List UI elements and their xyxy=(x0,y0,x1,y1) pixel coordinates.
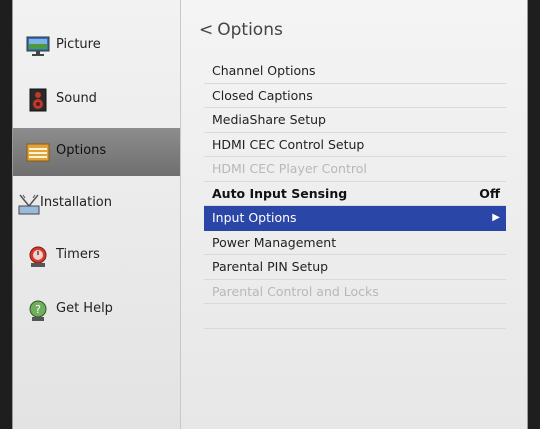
sidebar-item-label: Sound xyxy=(56,91,97,106)
sidebar-item-sound[interactable]: Sound xyxy=(13,76,180,124)
tv-screen: Picture Sound Options Installation Timer… xyxy=(12,0,528,429)
menu-item-label: Closed Captions xyxy=(212,87,313,103)
options-panel: < Options Channel Options Closed Captions… xyxy=(181,0,527,429)
page-title: < Options xyxy=(199,20,283,40)
sidebar-item-label: Get Help xyxy=(56,301,113,316)
sidebar: Picture Sound Options Installation Timer… xyxy=(13,0,181,429)
menu-item-power-management[interactable]: Power Management xyxy=(204,231,506,255)
arrow-right-icon: ▶ xyxy=(492,212,500,223)
menu-item-closed-captions[interactable]: Closed Captions xyxy=(204,84,506,108)
sidebar-item-label: Timers xyxy=(56,247,100,262)
sidebar-item-label: Installation xyxy=(40,195,113,210)
menu-item-label: Power Management xyxy=(212,234,337,250)
menu-item-label: HDMI CEC Control Setup xyxy=(212,136,365,152)
menu-item-parental-pin-setup[interactable]: Parental PIN Setup xyxy=(204,255,506,280)
antenna-icon xyxy=(17,192,41,216)
options-menu: Channel Options Closed Captions MediaSha… xyxy=(204,59,506,329)
menu-item-label: Input Options xyxy=(212,210,297,225)
options-icon xyxy=(26,140,50,164)
svg-text:?: ? xyxy=(35,303,41,316)
menu-item-channel-options[interactable]: Channel Options xyxy=(204,59,506,84)
sidebar-item-label: Picture xyxy=(56,37,101,52)
help-icon: ? xyxy=(26,298,50,322)
menu-item-label: Parental Control and Locks xyxy=(212,283,379,299)
menu-item-auto-input-sensing[interactable]: Auto Input Sensing Off xyxy=(204,182,506,206)
sidebar-item-picture[interactable]: Picture xyxy=(13,22,180,70)
menu-item-input-options[interactable]: Input Options ▶ xyxy=(204,206,506,231)
menu-item-label: MediaShare Setup xyxy=(212,112,326,127)
sidebar-item-label: Options xyxy=(56,143,107,158)
menu-item-label: HDMI CEC Player Control xyxy=(212,161,367,176)
menu-item-hdmi-cec-control-setup[interactable]: HDMI CEC Control Setup xyxy=(204,133,506,157)
sidebar-item-get-help[interactable]: ? Get Help xyxy=(13,286,180,334)
sidebar-item-options[interactable]: Options xyxy=(13,128,180,176)
menu-item-label: Parental PIN Setup xyxy=(212,259,329,274)
page-title-text: Options xyxy=(217,20,283,40)
sidebar-item-installation[interactable]: Installation xyxy=(13,180,180,228)
menu-item-hdmi-cec-player-control: HDMI CEC Player Control xyxy=(204,157,506,182)
monitor-icon xyxy=(26,34,50,58)
speaker-icon xyxy=(26,88,50,112)
menu-item-label: Channel Options xyxy=(212,63,316,78)
menu-item-parental-control-and-locks: Parental Control and Locks xyxy=(204,280,506,304)
sidebar-item-timers[interactable]: Timers xyxy=(13,232,180,280)
back-chevron-icon[interactable]: < xyxy=(199,20,213,40)
menu-item-mediashare-setup[interactable]: MediaShare Setup xyxy=(204,108,506,133)
menu-empty-row xyxy=(204,304,506,329)
auto-input-sensing-value: Off xyxy=(479,185,500,201)
timer-icon xyxy=(26,244,50,268)
menu-item-label: Auto Input Sensing xyxy=(212,185,348,201)
